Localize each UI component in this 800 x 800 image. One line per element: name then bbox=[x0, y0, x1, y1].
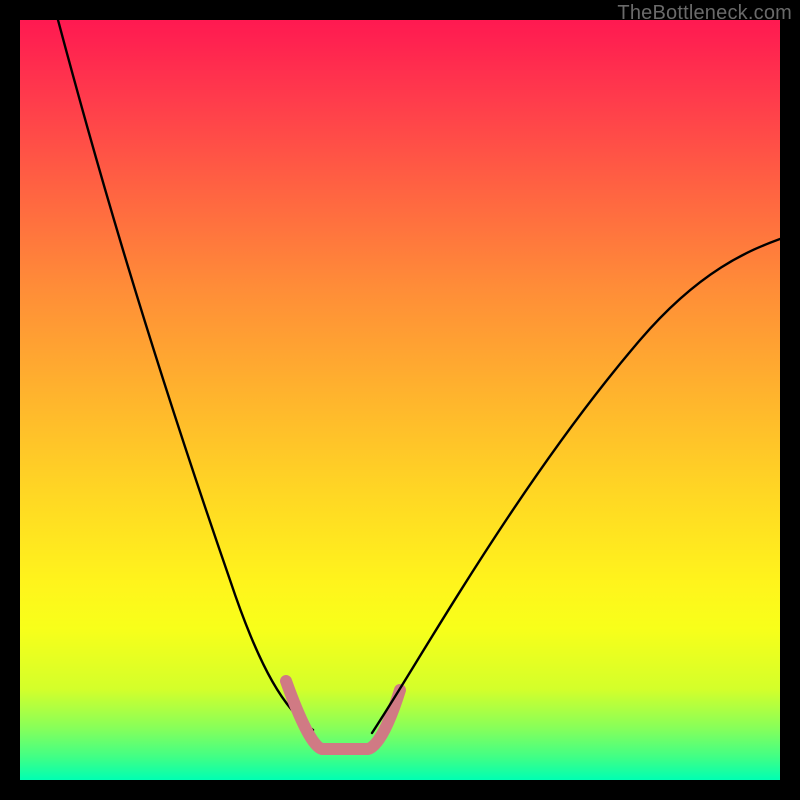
right-curve bbox=[372, 239, 780, 733]
watermark-text: TheBottleneck.com bbox=[617, 2, 792, 25]
curve-layer bbox=[20, 20, 780, 780]
left-curve bbox=[58, 20, 313, 730]
chart-frame: TheBottleneck.com bbox=[0, 0, 800, 800]
